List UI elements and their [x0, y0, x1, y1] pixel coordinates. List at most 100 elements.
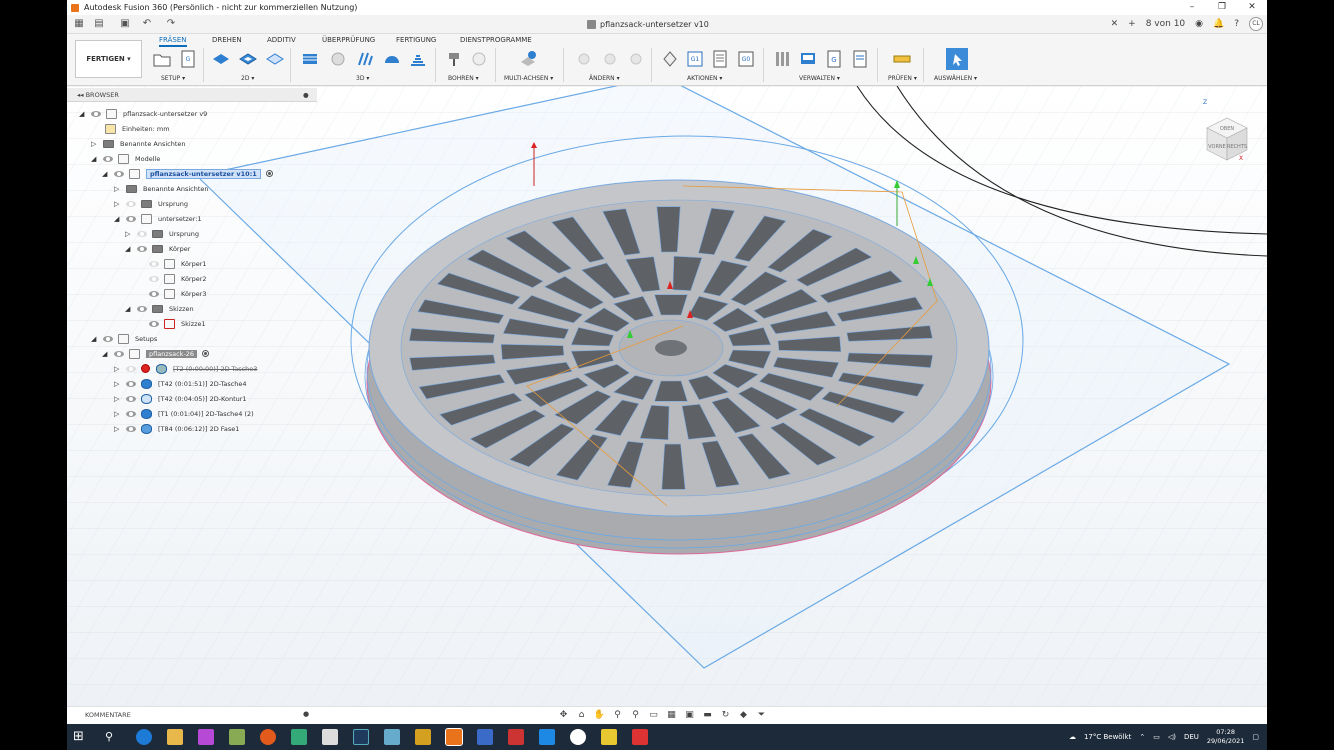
3d-pocket-icon[interactable] [329, 50, 347, 68]
3d-scallop-icon[interactable] [383, 50, 401, 68]
simulate-icon[interactable] [661, 50, 679, 68]
notification-center-icon[interactable]: ▢ [1252, 733, 1259, 741]
tree-origin-2[interactable]: ▷ Ursprung [125, 227, 199, 240]
3d-group-label[interactable]: 3D ▾ [356, 75, 369, 82]
tree-op-kontur1[interactable]: ▷ [T42 (0:04:05)] 2D-Kontur1 [114, 392, 247, 405]
tab-fertigung[interactable]: FERTIGUNG [396, 36, 436, 44]
post-process-icon[interactable]: G1 [686, 50, 704, 68]
browser-header[interactable]: ◂◂ BROWSER ● [67, 88, 317, 102]
modify-icon-3[interactable] [627, 50, 645, 68]
new-tab-button[interactable]: + [1128, 19, 1136, 29]
clock[interactable]: 07:28 29/06/2021 [1207, 728, 1244, 746]
tree-op-tasche4-2[interactable]: ▷ [T1 (0:01:04)] 2D-Tasche4 (2) [114, 407, 254, 420]
tree-units[interactable]: Einheiten: mm [105, 122, 170, 135]
manage-group-label[interactable]: VERWALTEN ▾ [799, 75, 840, 82]
help-icon[interactable]: ? [1234, 19, 1239, 29]
job-status[interactable]: 8 von 10 [1146, 19, 1185, 29]
multi-axis-group-label[interactable]: MULTI-ACHSEN ▾ [504, 75, 553, 82]
post-library-icon[interactable] [851, 50, 869, 68]
network-icon[interactable]: ▭ [1153, 733, 1160, 741]
app-icon-3[interactable] [260, 729, 276, 745]
app-icon-4[interactable] [291, 729, 307, 745]
app-icon-10[interactable] [570, 729, 586, 745]
app-grid-icon[interactable]: ▦ [73, 18, 85, 30]
app-icon-11[interactable] [601, 729, 617, 745]
setup-folder-icon[interactable] [153, 50, 171, 68]
tab-ueberpruefung[interactable]: ÜBERPRÜFUNG [322, 36, 375, 44]
modify-icon-1[interactable] [575, 50, 593, 68]
app-icon-5[interactable] [322, 729, 338, 745]
drill-icon[interactable] [445, 50, 463, 68]
tree-op-tasche4[interactable]: ▷ [T42 (0:01:51)] 2D-Tasche4 [114, 377, 247, 390]
notifications-icon[interactable]: 🔔 [1213, 19, 1224, 29]
comments-label[interactable]: KOMMENTARE [85, 711, 131, 719]
2d-pocket-icon[interactable] [239, 50, 257, 68]
tree-models[interactable]: ◢ Modelle [91, 152, 160, 165]
tree-op-tasche3[interactable]: ▷ [T2 (0:00:00)] 2D-Tasche3 [114, 362, 257, 375]
bore-icon[interactable] [470, 50, 488, 68]
viewports-icon[interactable]: ▣ [683, 710, 696, 721]
app-icon-6[interactable] [384, 729, 400, 745]
tree-origin[interactable]: ▷ Ursprung [114, 197, 188, 210]
tab-fraesen[interactable]: FRÄSEN [159, 36, 187, 47]
tree-model-v10[interactable]: ◢ pflanzsack-untersetzer v10:1 [102, 167, 273, 180]
language-indicator[interactable]: DEU [1184, 733, 1199, 741]
tree-sketches[interactable]: ◢ Skizzen [125, 302, 194, 315]
drilling-group-label[interactable]: BOHREN ▾ [448, 75, 479, 82]
tree-named-views[interactable]: ▷ Benannte Ansichten [91, 137, 186, 150]
close-button[interactable]: ✕ [1237, 0, 1267, 15]
file-menu-icon[interactable]: ▤ [93, 18, 105, 30]
tree-setup-pflanzsack[interactable]: ◢ pflanzsack-26 [102, 347, 210, 360]
browser-collapse-icon[interactable]: ◂◂ [77, 91, 86, 99]
app-icon-9[interactable] [508, 729, 524, 745]
extensions-icon[interactable]: ◉ [1195, 19, 1203, 29]
restore-button[interactable]: ❐ [1207, 0, 1237, 15]
grid-icon[interactable]: ▦ [665, 710, 678, 721]
lightroom-icon[interactable] [353, 729, 369, 745]
zoom-window-icon[interactable]: ⚲ [629, 710, 642, 721]
app-icon-8[interactable] [477, 729, 493, 745]
orbit-icon[interactable]: ✥ [557, 710, 570, 721]
tree-bodies[interactable]: ◢ Körper [125, 242, 190, 255]
volume-icon[interactable]: ◁) [1168, 733, 1176, 741]
fusion-taskbar-icon[interactable] [445, 728, 463, 746]
template-library-icon[interactable]: G [825, 50, 843, 68]
modify-group-label[interactable]: ÄNDERN ▾ [589, 75, 620, 82]
actions-group-label[interactable]: AKTIONEN ▾ [687, 75, 722, 82]
tree-body-2[interactable]: Körper2 [149, 272, 207, 285]
tree-body-3[interactable]: Körper3 [149, 287, 207, 300]
2d-adaptive-icon[interactable] [212, 50, 230, 68]
explorer-icon[interactable] [167, 729, 183, 745]
vscode-icon[interactable] [539, 729, 555, 745]
modify-icon-2[interactable] [601, 50, 619, 68]
camera-icon[interactable]: ▬ [701, 710, 714, 721]
zoom-icon[interactable]: ⚲ [611, 710, 624, 721]
document-tab[interactable]: pflanzsack-untersetzer v10 [587, 17, 709, 32]
redo-icon[interactable]: ↷ [165, 18, 177, 30]
tree-op-fase1[interactable]: ▷ [T84 (0:06:12)] 2D Fase1 [114, 422, 239, 435]
tree-sketch-1[interactable]: Skizze1 [149, 317, 206, 330]
display-settings-icon[interactable]: ▭ [647, 710, 660, 721]
search-icon[interactable]: ⚲ [105, 729, 121, 745]
tab-drehen[interactable]: DREHEN [212, 36, 242, 44]
tab-dienstprogramme[interactable]: DIENSTPROGRAMME [460, 36, 532, 44]
app-icon-2[interactable] [229, 729, 245, 745]
tree-body-1[interactable]: Körper1 [149, 257, 207, 270]
weather-icon[interactable]: ☁ [1069, 733, 1076, 741]
pan-icon[interactable]: ✋ [593, 710, 606, 721]
setup-sheet-icon[interactable]: G [179, 50, 197, 68]
app-icon-12[interactable] [632, 729, 648, 745]
tray-chevron-icon[interactable]: ⌃ [1139, 733, 1145, 741]
measure-icon[interactable] [893, 50, 911, 68]
tool-library-icon[interactable] [773, 50, 791, 68]
2d-group-label[interactable]: 2D ▾ [241, 75, 254, 82]
filter-icon[interactable]: ⏷ [755, 710, 768, 721]
machine-library-icon[interactable] [799, 50, 817, 68]
tree-untersetzer[interactable]: ◢ untersetzer:1 [114, 212, 202, 225]
weather-text[interactable]: 17°C Bewölkt [1084, 733, 1131, 741]
close-tab-button[interactable]: ✕ [1111, 19, 1119, 29]
browser-pin-icon[interactable]: ● [303, 88, 309, 102]
3d-parallel-icon[interactable] [356, 50, 374, 68]
setup-group-label[interactable]: SETUP ▾ [161, 75, 185, 82]
tree-setups[interactable]: ◢ Setups [91, 332, 157, 345]
